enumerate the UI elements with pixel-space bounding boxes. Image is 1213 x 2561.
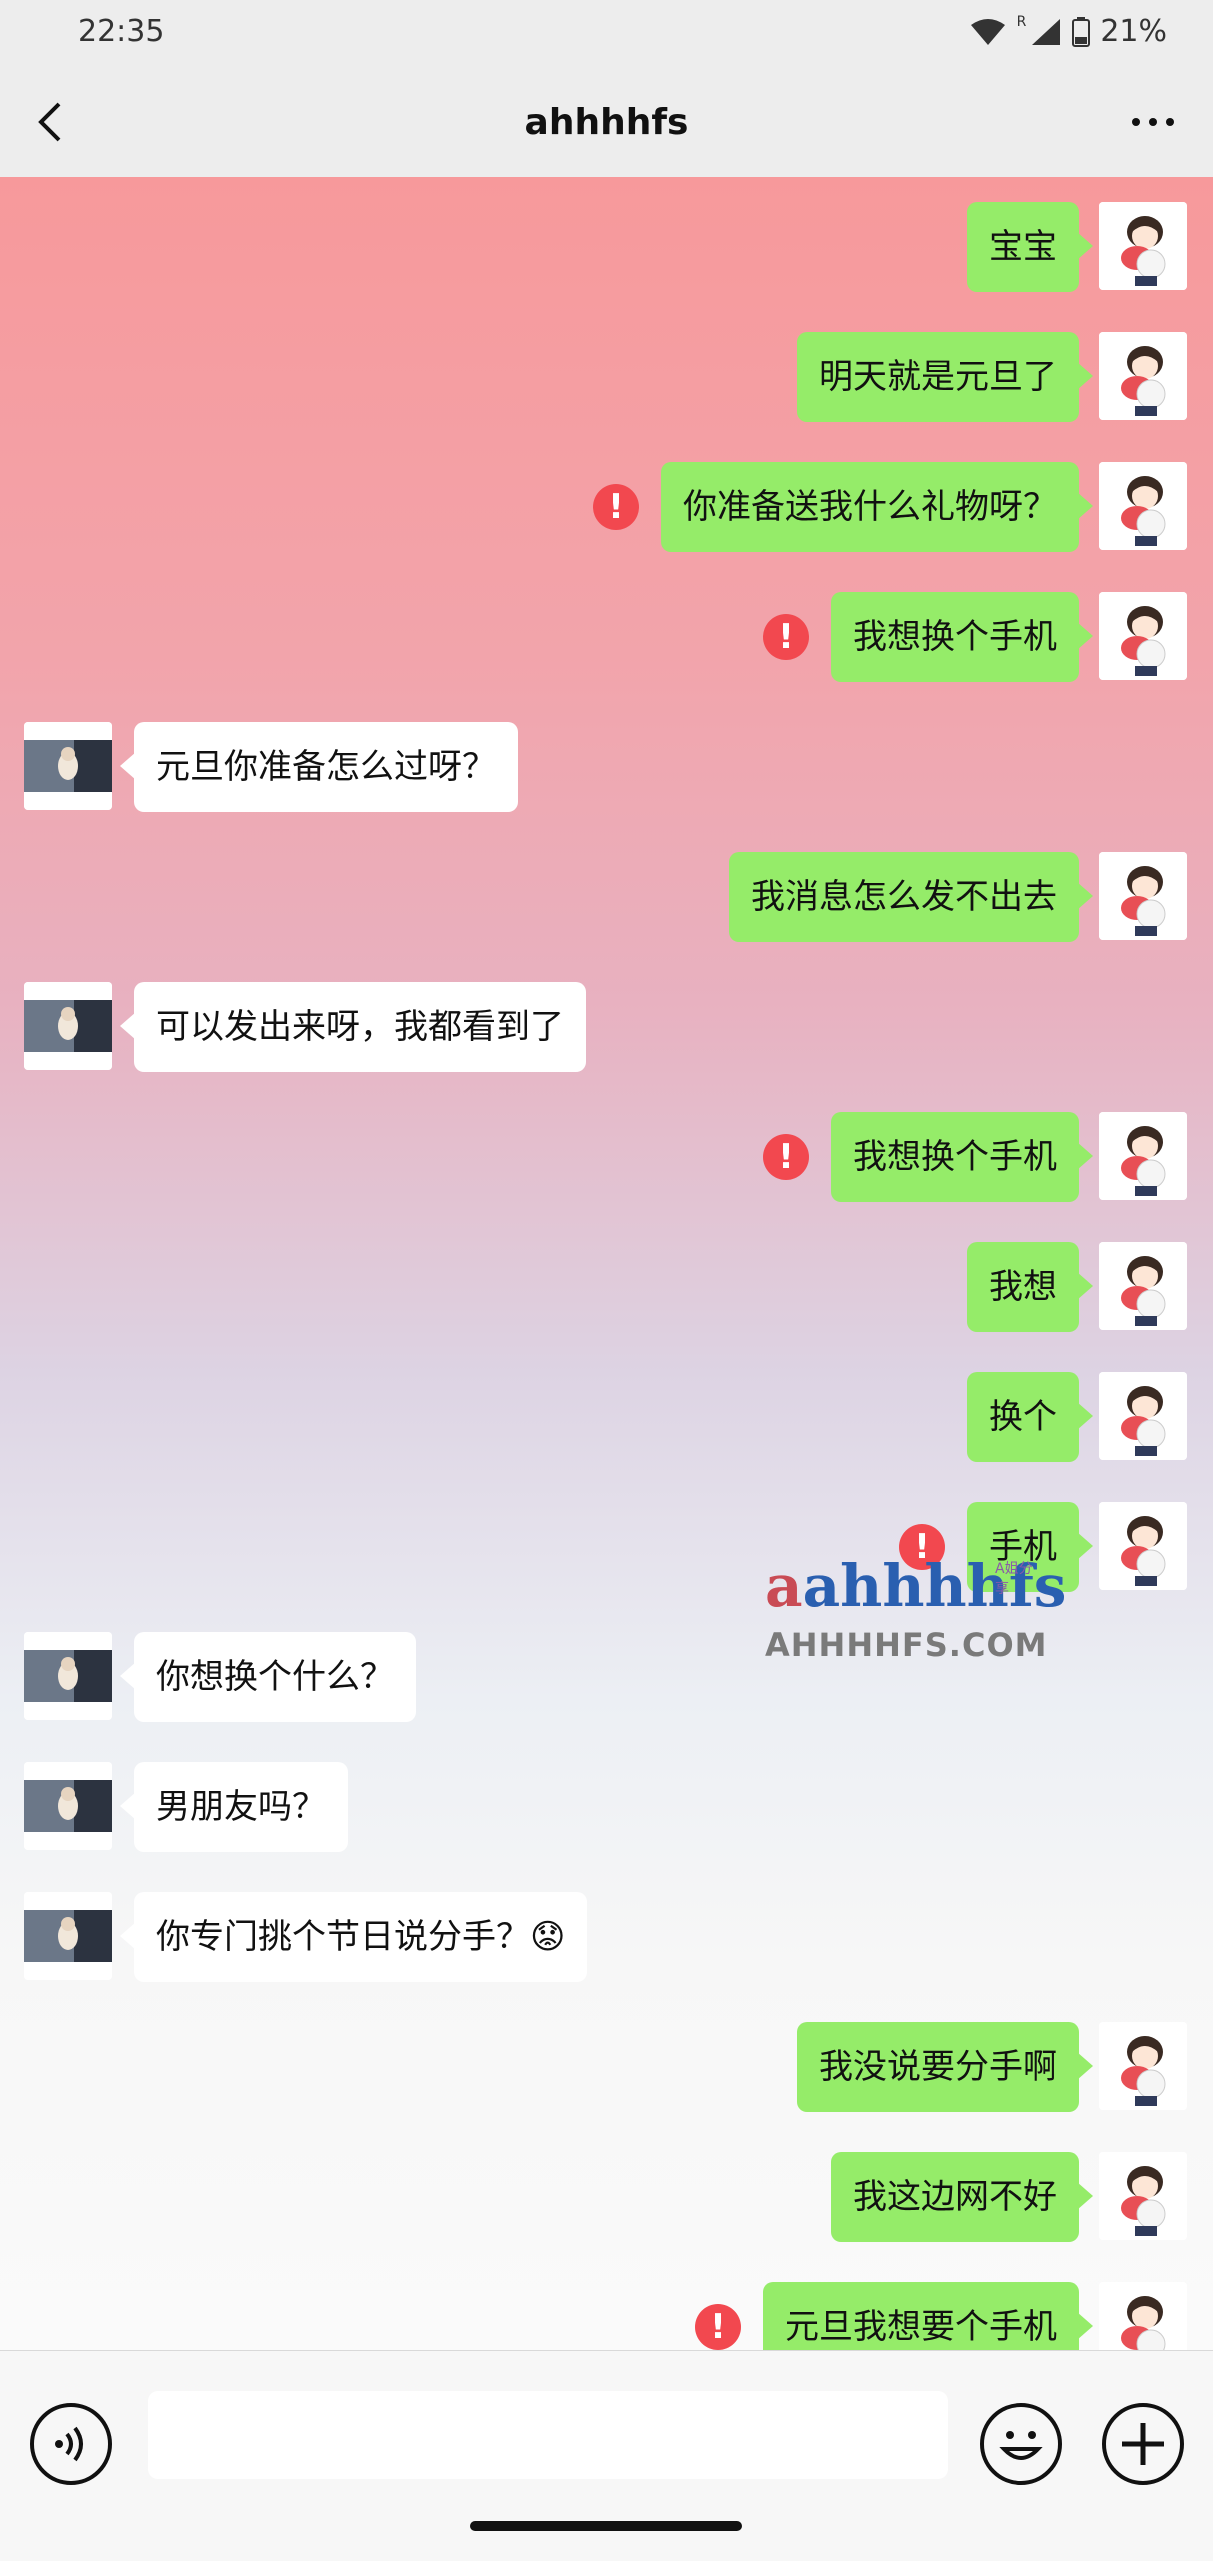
more-button[interactable]: [1113, 92, 1193, 152]
message-row-sent: 宝宝: [0, 202, 1213, 292]
message-bubble[interactable]: 我没说要分手啊: [797, 2022, 1093, 2112]
send-failed-icon[interactable]: !: [695, 2304, 741, 2350]
cellular-signal-icon: [1032, 18, 1061, 45]
message-bubble[interactable]: 男朋友吗？: [120, 1762, 348, 1852]
emoji-button[interactable]: [980, 2403, 1062, 2485]
message-row-sent: 我没说要分手啊: [0, 2022, 1213, 2112]
message-bubble[interactable]: 换个: [967, 1372, 1093, 1462]
message-row-sent: 我想换个手机!: [0, 1112, 1213, 1202]
message-row-received: 男朋友吗？: [0, 1762, 1213, 1852]
my-avatar[interactable]: [1099, 462, 1187, 550]
message-bubble[interactable]: 我想换个手机: [831, 1112, 1093, 1202]
chat-title: ahhhhfs: [524, 102, 689, 143]
message-bubble[interactable]: 元旦你准备怎么过呀？: [120, 722, 518, 812]
contact-avatar[interactable]: [24, 1632, 112, 1720]
contact-avatar[interactable]: [24, 722, 112, 810]
more-horizontal-icon: [1132, 118, 1174, 126]
my-avatar[interactable]: [1099, 2022, 1187, 2110]
voice-button[interactable]: [30, 2403, 112, 2485]
status-icons: R 21%: [969, 14, 1167, 49]
message-bubble[interactable]: 你专门挑个节日说分手？😟: [119, 1892, 588, 1982]
emoji-icon: [999, 2431, 1043, 2460]
message-input[interactable]: [148, 2391, 948, 2479]
contact-avatar[interactable]: [24, 1892, 112, 1980]
message-bubble[interactable]: 明天就是元旦了: [797, 332, 1093, 422]
battery-percent: 21%: [1100, 14, 1167, 49]
my-avatar[interactable]: [1099, 332, 1187, 420]
message-bubble[interactable]: 元旦我想要个手机: [763, 2282, 1093, 2350]
my-avatar[interactable]: [1099, 202, 1187, 290]
status-bar: 22:35 R 21%: [0, 0, 1213, 70]
message-row-received: 你想换个什么？: [0, 1632, 1213, 1722]
contact-avatar[interactable]: [24, 1762, 112, 1850]
message-row-sent: 我消息怎么发不出去: [0, 852, 1213, 942]
wifi-icon: [970, 18, 1005, 45]
message-row-sent: 我想: [0, 1242, 1213, 1332]
message-row-sent: 我想换个手机!: [0, 592, 1213, 682]
message-bubble[interactable]: 我消息怎么发不出去: [729, 852, 1093, 942]
message-bubble[interactable]: 我想换个手机: [831, 592, 1093, 682]
message-bubble[interactable]: 手机: [967, 1502, 1093, 1592]
battery-icon: [1072, 16, 1091, 47]
send-failed-icon[interactable]: !: [763, 1134, 809, 1180]
send-failed-icon[interactable]: !: [763, 614, 809, 660]
message-row-sent: 元旦我想要个手机!: [0, 2282, 1213, 2350]
message-row-sent: 你准备送我什么礼物呀？!: [0, 462, 1213, 552]
back-button[interactable]: [20, 92, 80, 152]
message-bubble[interactable]: 你想换个什么？: [120, 1632, 416, 1722]
my-avatar[interactable]: [1099, 1242, 1187, 1330]
message-bubble[interactable]: 你准备送我什么礼物呀？: [661, 462, 1093, 552]
status-time: 22:35: [78, 14, 165, 49]
message-row-sent: 明天就是元旦了: [0, 332, 1213, 422]
message-row-received: 你专门挑个节日说分手？😟: [0, 1892, 1213, 1982]
message-row-received: 可以发出来呀，我都看到了: [0, 982, 1213, 1072]
my-avatar[interactable]: [1099, 2282, 1187, 2350]
message-bubble[interactable]: 我这边网不好: [831, 2152, 1093, 2242]
message-row-sent: 换个: [0, 1372, 1213, 1462]
plus-icon: [1122, 2423, 1164, 2465]
my-avatar[interactable]: [1099, 2152, 1187, 2240]
my-avatar[interactable]: [1099, 1372, 1187, 1460]
signal-label: R: [1016, 14, 1027, 30]
message-bubble[interactable]: 宝宝: [967, 202, 1093, 292]
message-bubble[interactable]: 可以发出来呀，我都看到了: [120, 982, 586, 1072]
my-avatar[interactable]: [1099, 852, 1187, 940]
my-avatar[interactable]: [1099, 1112, 1187, 1200]
send-failed-icon[interactable]: !: [593, 484, 639, 530]
send-failed-icon[interactable]: !: [899, 1524, 945, 1570]
title-bar: ahhhhfs: [0, 70, 1213, 177]
message-row-sent: 我这边网不好: [0, 2152, 1213, 2242]
chat-area[interactable]: 宝宝 明天就是元旦了 你准备送我什么礼物呀？! 我想换个手机! 元旦你准备怎么过呀？ 我消…: [0, 177, 1213, 2350]
input-bar: [0, 2350, 1213, 2561]
message-row-sent: 手机!: [0, 1502, 1213, 1592]
voice-icon: [55, 2426, 83, 2462]
message-row-received: 元旦你准备怎么过呀？: [0, 722, 1213, 812]
home-indicator: [470, 2521, 742, 2531]
plus-button[interactable]: [1102, 2403, 1184, 2485]
my-avatar[interactable]: [1099, 592, 1187, 680]
my-avatar[interactable]: [1099, 1502, 1187, 1590]
message-bubble[interactable]: 我想: [967, 1242, 1093, 1332]
chevron-left-icon: [38, 102, 61, 142]
contact-avatar[interactable]: [24, 982, 112, 1070]
